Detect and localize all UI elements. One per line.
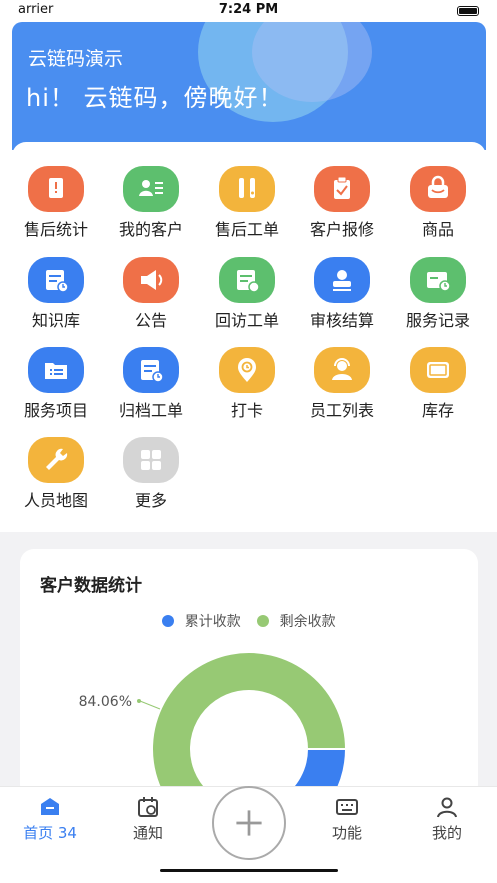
add-button[interactable] — [212, 786, 286, 860]
grid-item-label: 员工列表 — [309, 401, 374, 420]
keyboard-icon — [336, 799, 358, 815]
grid-item-label: 我的客户 — [118, 220, 183, 239]
tab-notifications[interactable]: 通知 — [108, 795, 188, 843]
grid-item-inventory[interactable]: 库存 — [390, 343, 486, 429]
grid-item-tools[interactable]: 售后工单 — [199, 162, 295, 248]
revisit-icon — [219, 257, 275, 303]
grid-item-label: 知识库 — [31, 311, 80, 330]
grid-item-revisit[interactable]: 回访工单 — [199, 253, 295, 339]
header-banner: 云链码演示 hi！ 云链码，傍晚好！ — [12, 22, 486, 150]
grid-item-folder[interactable]: 服务项目 — [8, 343, 104, 429]
grid-item-label: 回访工单 — [214, 311, 279, 330]
grid-item-audit[interactable]: 审核结算 — [294, 253, 390, 339]
user-icon — [437, 797, 457, 818]
archive-icon — [123, 347, 179, 393]
calendar-icon — [138, 797, 158, 817]
grid-item-label: 归档工单 — [118, 401, 183, 420]
grid-item-checkin[interactable]: 打卡 — [199, 343, 295, 429]
grid-item-label: 打卡 — [230, 401, 263, 420]
grid-item-label: 库存 — [421, 401, 454, 420]
grid-item-staff[interactable]: 员工列表 — [294, 343, 390, 429]
clipboard-icon — [314, 166, 370, 212]
audit-icon — [314, 257, 370, 303]
grid-item-label: 服务项目 — [23, 401, 88, 420]
tab-functions[interactable]: 功能 — [307, 795, 387, 843]
data-label-leader — [139, 700, 161, 710]
more-grid-icon — [123, 437, 179, 483]
bag-icon — [410, 166, 466, 212]
tab-label: 功能 — [331, 824, 362, 842]
grid-item-customers[interactable]: 我的客户 — [103, 162, 199, 248]
speaker-icon — [123, 257, 179, 303]
tab-home[interactable]: 首页 34 — [10, 795, 90, 843]
grid-item-service-record[interactable]: 服务记录 — [390, 253, 486, 339]
grid-item-wrench[interactable]: 人员地图 — [8, 433, 104, 519]
grid-item-label: 人员地图 — [23, 491, 88, 510]
data-label: 84.06% — [79, 694, 132, 710]
grid-item-label: 审核结算 — [309, 311, 374, 330]
company-name: 云链码演示 — [28, 48, 124, 70]
wrench-icon — [28, 437, 84, 483]
battery-icon — [457, 6, 479, 16]
staff-icon — [314, 347, 370, 393]
home-icon — [41, 798, 59, 815]
customer-stats-card: 客户数据统计 累计收款 剩余收款 84.06% — [20, 549, 478, 799]
stats-icon — [28, 166, 84, 212]
function-grid-card: 售后统计 我的客户 售后工单 客户报修 商品知识库 公告 回访工单 审核结算 服务记录服务项目 归… — [12, 142, 486, 532]
bottom-tab-bar: 首页 34 通知 功能 我的 — [0, 786, 497, 883]
grid-item-label: 客户报修 — [309, 220, 374, 239]
grid-item-archive[interactable]: 归档工单 — [103, 343, 199, 429]
inventory-icon — [410, 347, 466, 393]
knowledge-icon — [28, 257, 84, 303]
clock: 7:24 PM — [218, 2, 279, 17]
status-bar: arrier 7:24 PM — [0, 0, 497, 22]
plus-icon — [236, 810, 262, 836]
checkin-icon — [219, 347, 275, 393]
greeting-text: hi！ 云链码，傍晚好！ — [26, 84, 284, 112]
grid-item-label: 售后工单 — [214, 220, 279, 239]
grid-item-label: 更多 — [134, 491, 167, 510]
customers-icon — [123, 166, 179, 212]
tab-label: 我的 — [431, 824, 462, 842]
grid-item-stats[interactable]: 售后统计 — [8, 162, 104, 248]
grid-item-speaker[interactable]: 公告 — [103, 253, 199, 339]
data-label-dot — [137, 699, 141, 703]
grid-item-label: 商品 — [421, 220, 454, 239]
service-record-icon — [410, 257, 466, 303]
grid-item-bag[interactable]: 商品 — [390, 162, 486, 248]
tab-label: 首页 34 — [23, 824, 77, 842]
grid-item-label: 公告 — [134, 311, 167, 330]
grid-item-more-grid[interactable]: 更多 — [103, 433, 199, 519]
grid-item-clipboard[interactable]: 客户报修 — [294, 162, 390, 248]
home-indicator — [160, 869, 338, 872]
donut-chart: 84.06% — [79, 651, 348, 799]
tools-icon — [219, 166, 275, 212]
grid-item-label: 售后统计 — [23, 220, 88, 239]
grid-item-knowledge[interactable]: 知识库 — [8, 253, 104, 339]
tab-profile[interactable]: 我的 — [407, 795, 487, 843]
folder-icon — [28, 347, 84, 393]
tab-label: 通知 — [132, 824, 163, 842]
grid-item-label: 服务记录 — [405, 311, 470, 330]
